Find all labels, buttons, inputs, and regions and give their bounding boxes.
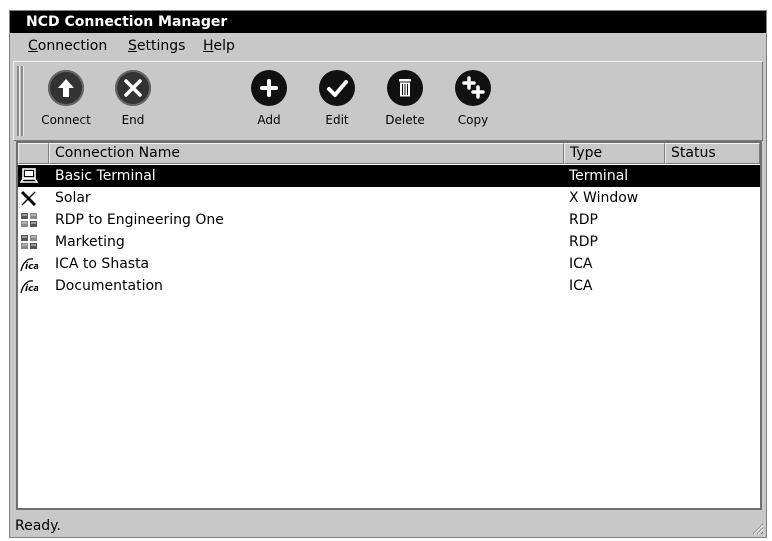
rdp-icon: [21, 213, 37, 227]
svg-text:ica: ica: [25, 284, 38, 294]
table-row[interactable]: Marketing RDP: [18, 231, 760, 253]
table-row[interactable]: ica Documentation ICA: [18, 275, 760, 297]
edit-button[interactable]: Edit: [307, 70, 367, 138]
table-row[interactable]: RDP to Engineering One RDP: [18, 209, 760, 231]
connection-name: ICA to Shasta: [55, 256, 150, 272]
resize-grip-icon[interactable]: [750, 521, 764, 535]
status-bar: Ready.: [15, 518, 61, 534]
connection-type: RDP: [569, 212, 598, 228]
menu-help[interactable]: Help: [203, 38, 235, 54]
connection-name: Basic Terminal: [55, 168, 156, 184]
menu-settings-label: ettings: [136, 38, 186, 54]
menu-help-mnemonic: H: [203, 38, 214, 54]
add-plus-icon: [251, 70, 287, 106]
table-row[interactable]: Solar X Window: [18, 187, 760, 209]
connection-type: ICA: [569, 256, 593, 272]
copy-label: Copy: [457, 113, 489, 127]
toolbar-grip[interactable]: [17, 66, 20, 136]
menu-connection-mnemonic: C: [28, 38, 38, 54]
add-label: Add: [257, 113, 281, 127]
copy-button[interactable]: Copy: [443, 70, 503, 138]
connection-name: RDP to Engineering One: [55, 212, 224, 228]
toolbar-grip-2: [21, 66, 24, 136]
menu-settings[interactable]: Settings: [128, 38, 185, 54]
connection-list[interactable]: Connection Name Type Status Basic Termin…: [16, 141, 762, 510]
ica-icon: ica: [20, 280, 38, 294]
column-header-icon[interactable]: [18, 143, 49, 164]
window-title: NCD Connection Manager: [10, 11, 766, 33]
connect-arrow-icon: [48, 70, 84, 106]
connection-name: Solar: [55, 190, 91, 206]
edit-label: Edit: [325, 113, 349, 127]
connection-name: Documentation: [55, 278, 163, 294]
rdp-icon: [21, 235, 37, 249]
edit-checkmark-icon: [319, 70, 355, 106]
end-label: End: [121, 113, 145, 127]
connect-label: Connect: [41, 113, 91, 127]
menu-connection[interactable]: Connection: [28, 38, 107, 54]
connect-button[interactable]: Connect: [36, 70, 96, 138]
menu-settings-mnemonic: S: [128, 38, 137, 54]
svg-text:ica: ica: [25, 262, 38, 272]
trash-icon: [387, 70, 423, 106]
toolbar: Connect End Add Edit Delete Copy: [13, 61, 763, 141]
connection-name: Marketing: [55, 234, 125, 250]
connection-type: X Window: [569, 190, 639, 206]
column-header-status[interactable]: Status: [665, 143, 760, 164]
end-x-icon: [115, 70, 151, 106]
menu-bar: Connection Settings Help: [10, 35, 766, 57]
delete-label: Delete: [385, 113, 425, 127]
list-header: Connection Name Type Status: [18, 143, 760, 164]
connection-type: ICA: [569, 278, 593, 294]
end-button[interactable]: End: [103, 70, 163, 138]
table-row[interactable]: ica ICA to Shasta ICA: [18, 253, 760, 275]
x-window-icon: [20, 190, 37, 206]
connection-manager-window: NCD Connection Manager Connection Settin…: [9, 10, 767, 538]
menu-help-label: elp: [213, 38, 235, 54]
delete-button[interactable]: Delete: [375, 70, 435, 138]
menu-connection-label: onnection: [37, 38, 108, 54]
add-button[interactable]: Add: [239, 70, 299, 138]
table-row[interactable]: Basic Terminal Terminal: [18, 165, 760, 187]
column-header-type[interactable]: Type: [564, 143, 665, 164]
terminal-icon: [20, 168, 38, 183]
connection-type: RDP: [569, 234, 598, 250]
copy-plus-icon: [455, 70, 491, 106]
column-header-connection-name[interactable]: Connection Name: [49, 143, 564, 164]
ica-icon: ica: [20, 258, 38, 272]
connection-type: Terminal: [569, 168, 629, 184]
